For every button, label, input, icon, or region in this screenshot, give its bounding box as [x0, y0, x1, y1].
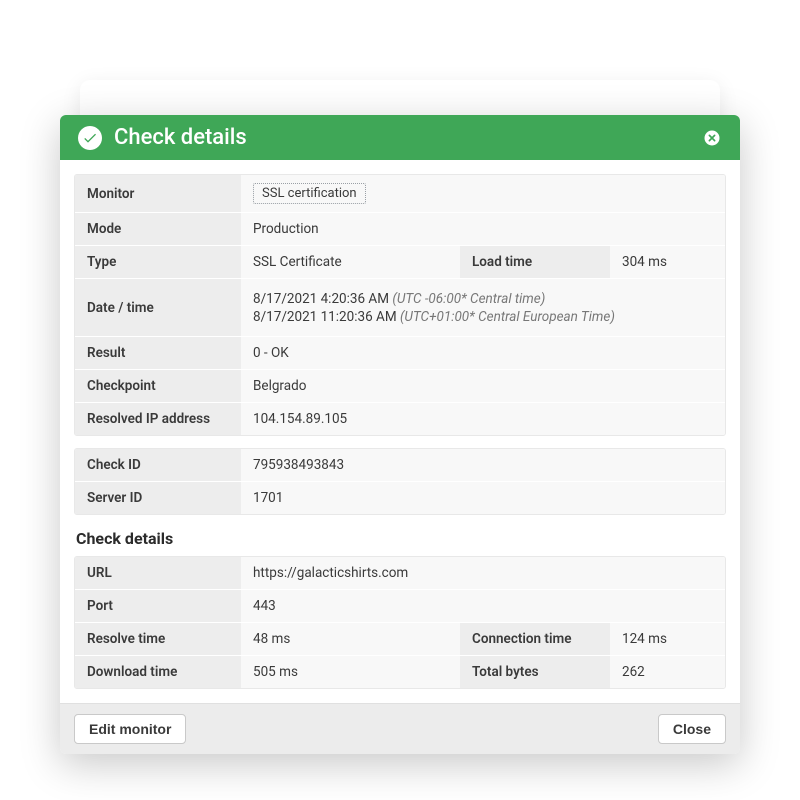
value-port: 443 [241, 590, 725, 622]
label-checkpoint: Checkpoint [75, 370, 241, 402]
section-title: Check details [76, 529, 726, 548]
label-server-id: Server ID [75, 482, 241, 514]
value-download-time: 505 ms [241, 656, 460, 688]
value-server-id: 1701 [241, 482, 725, 514]
value-check-id: 795938493843 [241, 449, 725, 481]
value-datetime: 8/17/2021 4:20:36 AM (UTC -06:00* Centra… [241, 279, 725, 336]
label-mode: Mode [75, 213, 241, 245]
label-datetime: Date / time [75, 279, 241, 336]
details-block: URL https://galacticshirts.com Port 443 … [74, 556, 726, 689]
edit-monitor-button[interactable]: Edit monitor [74, 714, 186, 744]
label-url: URL [75, 557, 241, 589]
datetime-2-tz: (UTC+01:00* Central European Time) [400, 309, 615, 325]
value-url: https://galacticshirts.com [241, 557, 725, 589]
label-port: Port [75, 590, 241, 622]
datetime-2: 8/17/2021 11:20:36 AM [253, 309, 400, 325]
modal-footer: Edit monitor Close [60, 703, 740, 754]
label-resolve-time: Resolve time [75, 623, 241, 655]
label-monitor: Monitor [75, 175, 241, 212]
label-type: Type [75, 246, 241, 278]
label-total-bytes: Total bytes [460, 656, 610, 688]
value-mode: Production [241, 213, 725, 245]
value-resolve-time: 48 ms [241, 623, 460, 655]
value-loadtime: 304 ms [610, 246, 725, 278]
value-checkpoint: Belgrado [241, 370, 725, 402]
check-details-modal: Check details Monitor SSL certification … [60, 115, 740, 754]
value-resolved-ip: 104.154.89.105 [241, 403, 725, 435]
datetime-1-tz: (UTC -06:00* Central time) [392, 291, 545, 307]
label-check-id: Check ID [75, 449, 241, 481]
value-monitor: SSL certification [241, 175, 725, 212]
value-result: 0 - OK [241, 337, 725, 369]
label-download-time: Download time [75, 656, 241, 688]
modal-header: Check details [60, 115, 740, 160]
label-resolved-ip: Resolved IP address [75, 403, 241, 435]
value-total-bytes: 262 [610, 656, 725, 688]
value-type: SSL Certificate [241, 246, 460, 278]
modal-body: Monitor SSL certification Mode Productio… [60, 160, 740, 703]
ids-block: Check ID 795938493843 Server ID 1701 [74, 448, 726, 515]
summary-block: Monitor SSL certification Mode Productio… [74, 174, 726, 436]
label-loadtime: Load time [460, 246, 610, 278]
monitor-link[interactable]: SSL certification [253, 183, 366, 204]
datetime-1: 8/17/2021 4:20:36 AM [253, 291, 392, 307]
label-result: Result [75, 337, 241, 369]
value-connection-time: 124 ms [610, 623, 725, 655]
modal-title: Check details [114, 125, 690, 150]
close-icon[interactable] [702, 128, 722, 148]
close-button[interactable]: Close [658, 714, 726, 744]
label-connection-time: Connection time [460, 623, 610, 655]
status-ok-icon [78, 126, 102, 150]
